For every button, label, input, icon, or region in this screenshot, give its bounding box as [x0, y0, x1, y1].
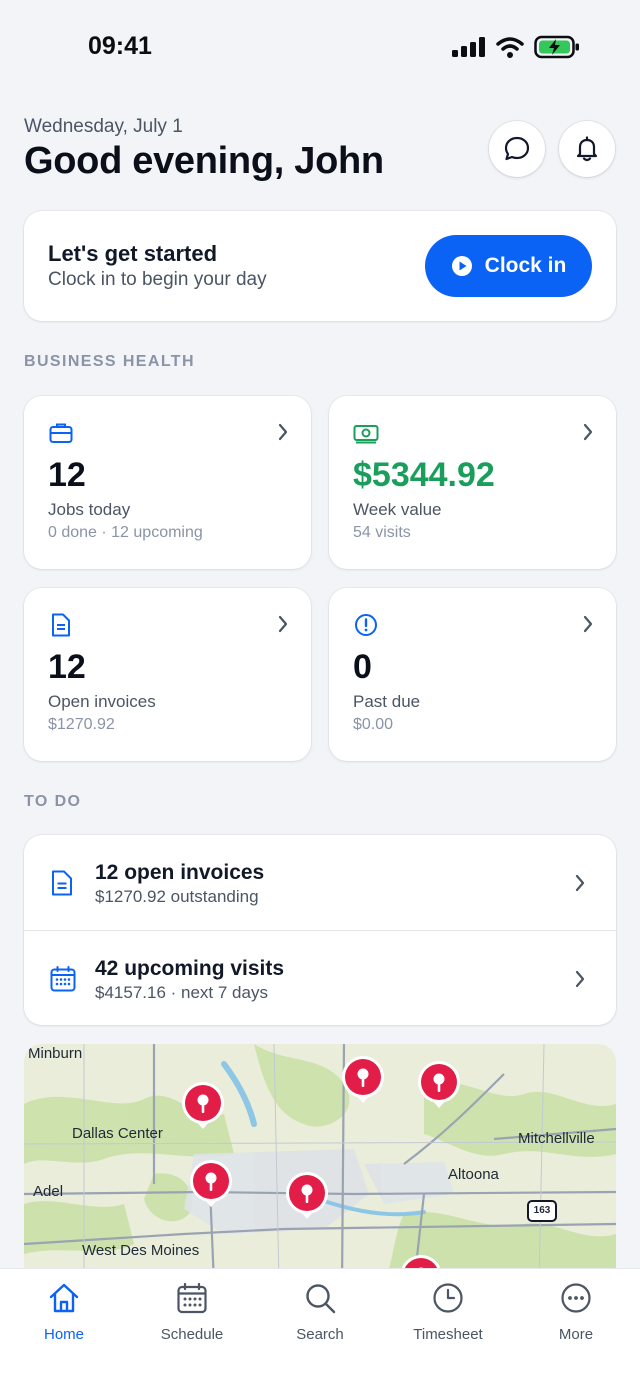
jobs-map[interactable]: Minburn Dallas Center Adel West Des Moin…: [24, 1044, 616, 1284]
tab-schedule[interactable]: Schedule: [142, 1281, 242, 1343]
tile-sub: $0.00: [353, 716, 394, 733]
map-pin[interactable]: [190, 1160, 232, 1207]
battery-icon: [534, 35, 579, 59]
clock-in-label: Clock in: [484, 254, 567, 277]
tile-open-invoices[interactable]: 12 Open invoices $1270.92: [24, 588, 311, 761]
calendar-icon: [50, 966, 76, 992]
tile-jobs-today[interactable]: 12 Jobs today 0 done · 12 upcoming: [24, 396, 311, 569]
play-circle-icon: [451, 256, 472, 276]
map-pin[interactable]: [286, 1172, 328, 1219]
tile-sub: 54 visits: [353, 524, 411, 541]
tab-bar: Home Schedule Search Timesheet More: [0, 1268, 640, 1390]
alert-circle-icon: [355, 614, 377, 636]
map-pins: [182, 1056, 460, 1284]
status-icons: [452, 34, 580, 60]
clock-card-subtitle: Clock in to begin your day: [48, 269, 267, 290]
notifications-button[interactable]: [559, 121, 615, 177]
calendar-icon: [177, 1282, 207, 1314]
todo-list: 12 open invoices $1270.92 outstanding 42…: [24, 835, 616, 1025]
tile-value: 12: [48, 648, 86, 686]
tab-home[interactable]: Home: [14, 1281, 114, 1343]
tab-label: Schedule: [160, 1326, 224, 1343]
map-pin[interactable]: [418, 1061, 460, 1108]
clock-card-title: Let's get started: [48, 241, 218, 266]
tile-label: Week value: [353, 500, 442, 519]
map-pin[interactable]: [342, 1056, 384, 1103]
todo-item-title: 12 open invoices: [95, 861, 265, 884]
search-icon: [306, 1284, 336, 1314]
chat-bubble-icon: [504, 136, 530, 161]
todo-item-invoices[interactable]: 12 open invoices $1270.92 outstanding: [24, 835, 616, 930]
todo-item-sub: $1270.92 outstanding: [95, 887, 259, 906]
wifi-icon: [496, 37, 524, 58]
chevron-right-icon: [583, 615, 593, 633]
chevron-right-icon: [575, 874, 585, 892]
tile-week-value[interactable]: $5344.92 Week value 54 visits: [329, 396, 616, 569]
todo-item-sub: $4157.16 · next 7 days: [95, 983, 268, 1002]
chevron-right-icon: [278, 423, 288, 441]
clock-in-button[interactable]: Clock in: [425, 235, 592, 297]
chevron-right-icon: [575, 970, 585, 988]
tab-label: More: [558, 1326, 594, 1343]
invoice-icon: [52, 613, 70, 637]
tab-label: Search: [296, 1326, 344, 1343]
status-bar: 09:41: [0, 0, 640, 96]
invoice-icon: [52, 870, 72, 896]
signal-icon: [452, 37, 485, 57]
briefcase-icon: [49, 423, 73, 443]
tab-search[interactable]: Search: [270, 1281, 370, 1343]
bell-icon: [576, 136, 598, 162]
tab-label: Home: [43, 1326, 84, 1343]
page-title: Good evening, John: [24, 140, 384, 182]
tile-value: 0: [353, 648, 372, 686]
date-line: Wednesday, July 1: [24, 116, 183, 137]
tab-label: Timesheet: [413, 1326, 483, 1343]
money-icon: [353, 425, 379, 444]
tile-value: $5344.92: [353, 456, 495, 494]
home-icon: [49, 1283, 79, 1313]
status-time: 09:41: [88, 32, 152, 60]
messages-button[interactable]: [489, 121, 545, 177]
tile-label: Past due: [353, 692, 421, 711]
clock-icon: [433, 1283, 463, 1313]
more-icon: [561, 1283, 591, 1313]
business-health-heading: BUSINESS HEALTH: [24, 353, 195, 370]
todo-item-title: 42 upcoming visits: [95, 957, 285, 980]
tile-sub: 0 done · 12 upcoming: [48, 524, 203, 541]
tab-timesheet[interactable]: Timesheet: [398, 1281, 498, 1343]
map-pin[interactable]: [182, 1082, 224, 1129]
chevron-right-icon: [278, 615, 288, 633]
tile-past-due[interactable]: 0 Past due $0.00: [329, 588, 616, 761]
tile-sub: $1270.92: [48, 716, 115, 733]
tile-label: Open invoices: [48, 692, 156, 711]
tab-more[interactable]: More: [526, 1281, 626, 1343]
tile-value: 12: [48, 456, 86, 494]
chevron-right-icon: [583, 423, 593, 441]
todo-heading: TO DO: [24, 793, 82, 810]
clock-in-card: Let's get started Clock in to begin your…: [24, 211, 616, 321]
tile-label: Jobs today: [48, 500, 131, 519]
todo-item-visits[interactable]: 42 upcoming visits $4157.16 · next 7 day…: [24, 930, 616, 1025]
